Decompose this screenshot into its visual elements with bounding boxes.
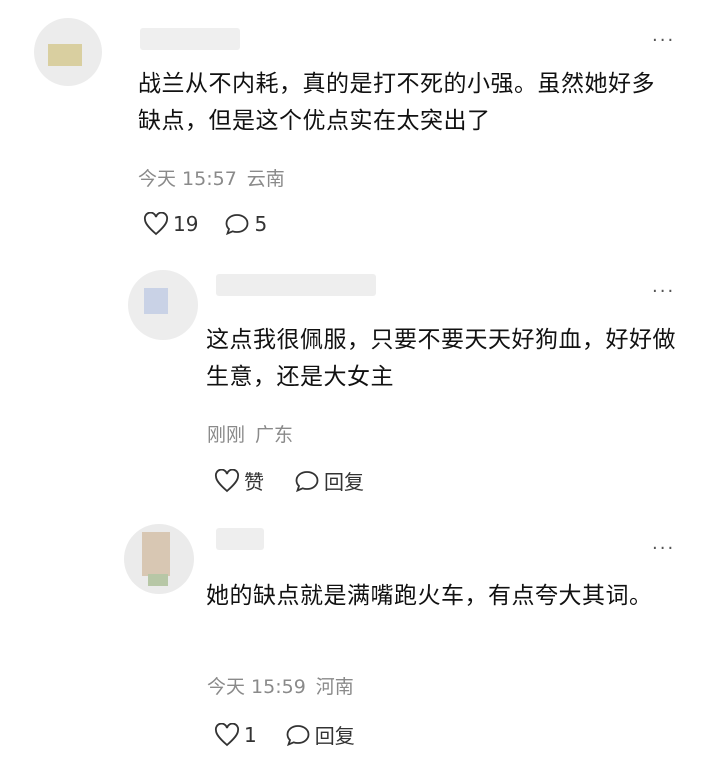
- reply-label: 回复: [314, 724, 355, 748]
- like-button[interactable]: 赞: [214, 466, 264, 495]
- username[interactable]: [140, 28, 240, 50]
- like-count: 19: [173, 212, 199, 236]
- like-button[interactable]: 19: [143, 212, 198, 236]
- avatar[interactable]: [124, 524, 194, 594]
- comment-text: 战兰从不内耗，真的是打不死的小强。虽然她好多缺点，但是这个优点实在太突出了: [138, 71, 655, 134]
- more-options-icon[interactable]: ···: [652, 32, 675, 50]
- comment-bubble-icon: [226, 214, 249, 236]
- comment-actions: 1 回复: [214, 720, 355, 749]
- comment-location: 河南: [315, 676, 354, 698]
- comment-text: 她的缺点就是满嘴跑火车，有点夸大其词。: [206, 583, 653, 609]
- comment-text: 这点我很佩服，只要不要天天好狗血，好好做生意，还是大女主: [206, 327, 676, 390]
- reply-label: 回复: [324, 470, 364, 494]
- more-options-icon[interactable]: ···: [652, 540, 675, 558]
- comment-meta: 今天 15:57 云南: [138, 164, 295, 191]
- comment-time: 今天 15:59: [207, 676, 306, 698]
- comment-location: 云南: [246, 168, 285, 190]
- more-options-icon[interactable]: ···: [652, 283, 675, 301]
- reply-button[interactable]: 5: [224, 212, 267, 236]
- heart-icon: [144, 212, 168, 236]
- comment-actions: 19 5: [143, 212, 267, 236]
- reply-button[interactable]: 回复: [285, 720, 355, 749]
- comment-bubble-icon: [295, 470, 319, 492]
- heart-icon: [215, 722, 239, 746]
- comment-time: 刚刚: [207, 424, 246, 446]
- reply-count: 5: [254, 212, 268, 236]
- reply-button[interactable]: 回复: [294, 466, 364, 495]
- like-count: 1: [244, 722, 257, 747]
- comment-meta: 今天 15:59 河南: [207, 672, 364, 699]
- comment-location: 广东: [255, 424, 294, 446]
- comment-time: 今天 15:57: [138, 168, 237, 190]
- username[interactable]: [216, 274, 376, 296]
- username[interactable]: [216, 528, 264, 550]
- comment-bubble-icon: [286, 724, 310, 746]
- avatar[interactable]: [128, 270, 198, 340]
- avatar[interactable]: [34, 18, 102, 86]
- comment-meta: 刚刚 广东: [207, 420, 303, 447]
- heart-icon: [215, 468, 239, 492]
- like-button[interactable]: 1: [214, 722, 257, 747]
- like-label: 赞: [244, 470, 264, 494]
- comment-actions: 赞 回复: [214, 466, 364, 495]
